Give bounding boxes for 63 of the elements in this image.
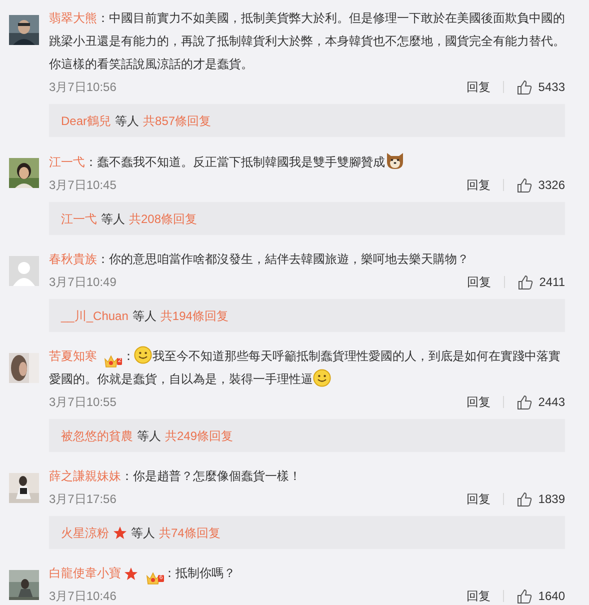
like-button[interactable]: 1640 [517, 585, 565, 605]
dog-emoji-icon [385, 150, 405, 170]
username-link[interactable]: __川_Chuan [61, 306, 128, 324]
smiley-icon [134, 346, 152, 364]
comment-time: 3月7日10:56 [49, 79, 116, 96]
comment-time: 3月7日10:46 [49, 588, 116, 605]
reply-link[interactable]: 回复 [466, 488, 490, 510]
comment-time: 3月7日10:49 [49, 274, 116, 291]
username-link[interactable]: 翡翠大熊 [49, 11, 97, 25]
username-link[interactable]: 被忽悠的貧農 [61, 426, 133, 444]
thumbs-up-icon [518, 274, 534, 290]
username-link[interactable]: 白龍使韋小寶 [49, 566, 121, 580]
avatar-silhouette [9, 256, 39, 286]
thumbs-up-icon [517, 588, 532, 604]
like-count: 1640 [538, 588, 565, 605]
like-count: 5433 [538, 79, 565, 96]
thumbs-up-icon [517, 178, 532, 192]
username-link[interactable]: 春秋貴族 [49, 252, 97, 266]
reply-count-link[interactable]: 共74條回复 [159, 524, 220, 542]
replies-others-text: 等人 [132, 308, 156, 324]
like-button[interactable]: 5433 [517, 76, 565, 98]
username-link[interactable]: 苦夏知寒 [49, 349, 97, 363]
replies-others-text: 等人 [137, 428, 161, 444]
star-icon [113, 526, 127, 540]
comment-text: 春秋貴族：你的意思咱當作啥都沒發生，結伴去韓國旅遊，樂呵地去樂天購物？ [49, 251, 470, 268]
reply-count-link[interactable]: 共194條回复 [160, 306, 228, 324]
like-button[interactable]: 3326 [517, 174, 565, 196]
like-button[interactable]: 2443 [517, 391, 565, 413]
replies-others-text: 等人 [115, 112, 140, 130]
reply-count-link[interactable]: 共857條回复 [143, 112, 212, 130]
like-button[interactable]: 2411 [518, 271, 565, 293]
reply-link[interactable]: 回复 [466, 174, 490, 196]
like-count: 1839 [538, 491, 565, 508]
reply-link[interactable]: 回复 [466, 391, 490, 413]
replies-others-text: 等人 [101, 210, 125, 228]
username-link[interactable]: 薛之謙親妹妹 [49, 469, 121, 483]
like-button[interactable]: 1839 [517, 488, 565, 510]
star-icon [124, 567, 138, 581]
username-link[interactable]: 江一弋 [61, 210, 97, 228]
smiley-icon [313, 369, 331, 387]
username-link[interactable]: Dear鶴兒 [61, 112, 112, 130]
replies-others-text: 等人 [131, 524, 155, 542]
like-count: 2411 [539, 274, 565, 291]
thumbs-up-icon [517, 80, 532, 94]
like-count: 2443 [538, 394, 565, 411]
comment-text: 薛之謙親妹妹：你是趙普？怎麼像個蠢貨一樣！ [49, 468, 302, 485]
comment-text: 翡翠大熊：中國目前實力不如美國，抵制美貨弊大於利。但是修理一下敢於在美國後面欺負中國的跳梁小丑還是有能力的，再說了抵制韓貨利大於弊，本身韓貨也不怎麼地，國貨完全有能力替代。你這樣的看笑話說風涼話的才是蠢貨。 [49, 10, 565, 73]
username-link[interactable]: 江一弋 [49, 155, 85, 169]
thumbs-up-icon [517, 394, 532, 410]
comment-time: 3月7日10:45 [49, 177, 116, 194]
thumbs-up-icon [517, 492, 532, 506]
crown-icon [146, 572, 160, 585]
like-count: 3326 [538, 177, 565, 194]
crown-icon [104, 355, 118, 368]
reply-link[interactable]: 回复 [467, 271, 492, 293]
reply-link[interactable]: 回复 [466, 585, 490, 605]
reply-count-link[interactable]: 共249條回复 [165, 426, 234, 444]
comment-time: 3月7日10:55 [49, 394, 116, 411]
reply-count-link[interactable]: 共208條回复 [129, 210, 198, 228]
username-link[interactable]: 火星涼粉 [61, 524, 109, 542]
reply-link[interactable]: 回复 [466, 76, 490, 98]
comment-time: 3月7日17:56 [49, 491, 116, 508]
comment-text: 江一弋：蠢不蠢我不知道。反正當下抵制韓國我是雙手雙腳贊成 [49, 150, 565, 174]
